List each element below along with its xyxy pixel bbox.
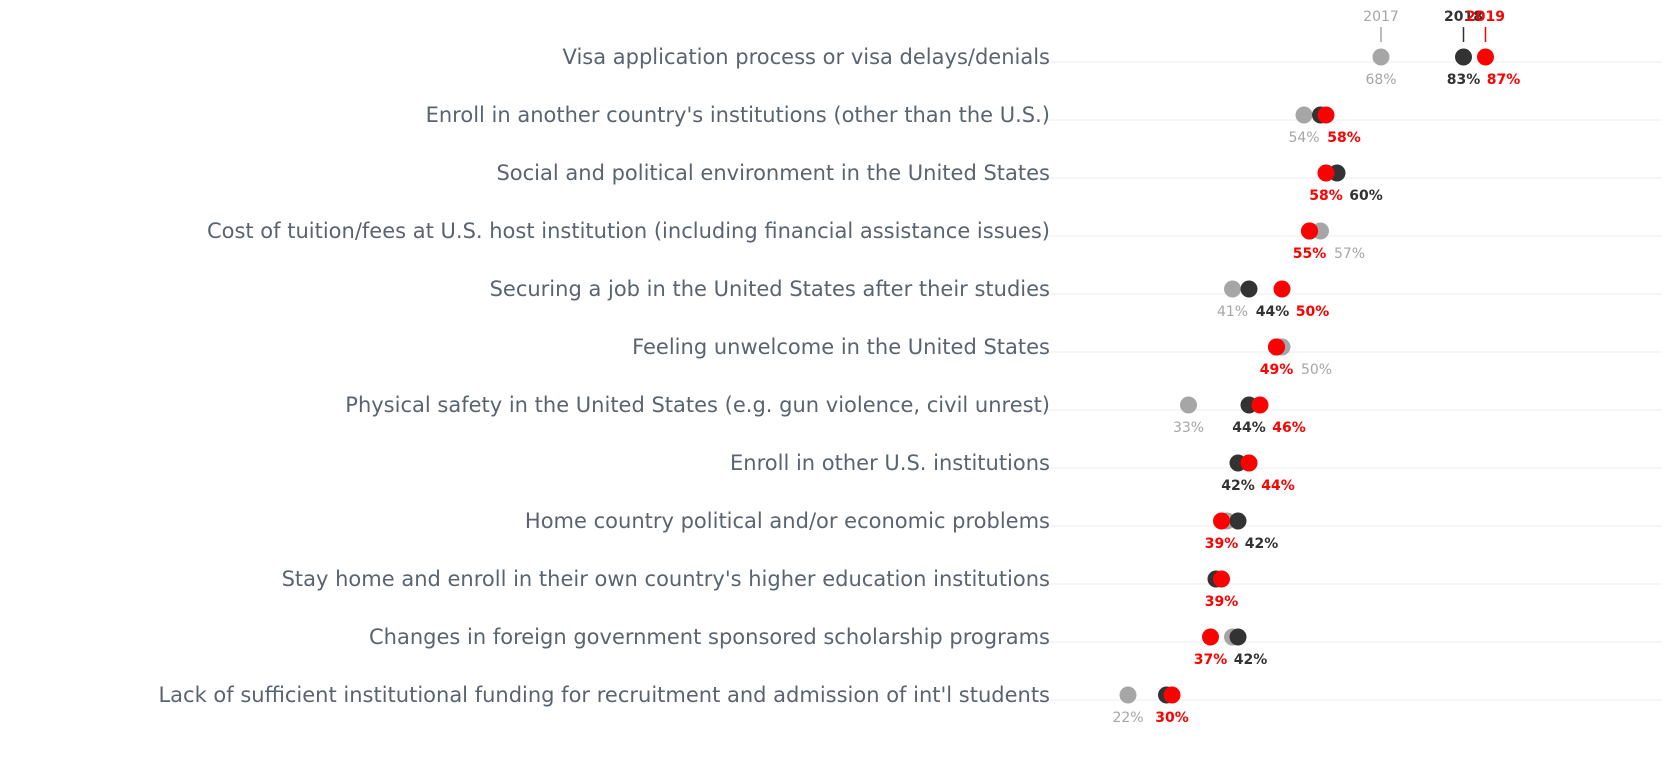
- category-label: Enroll in other U.S. institutions: [730, 451, 1050, 475]
- data-label-2017: 68%: [1365, 72, 1396, 88]
- data-labels: 68% 83% 87% 54% 58% 58% 60% 55% 57% 41% 44% 50% 49% 5…: [1112, 72, 1520, 726]
- data-label-2018: 42%: [1234, 652, 1268, 668]
- category-label: Social and political environment in the …: [496, 161, 1050, 185]
- data-label-2019: 55%: [1293, 246, 1327, 262]
- category-label: Home country political and/or economic p…: [525, 509, 1050, 533]
- data-label-2019: 39%: [1205, 536, 1239, 552]
- data-point-2019: [1163, 686, 1181, 704]
- data-point-2018: [1229, 628, 1247, 646]
- data-label-2018: 83%: [1447, 72, 1481, 88]
- data-point-2019: [1213, 512, 1230, 530]
- data-point-2018: [1240, 280, 1258, 298]
- category-label: Securing a job in the United States afte…: [490, 277, 1050, 301]
- data-point-2017: [1119, 686, 1137, 704]
- data-label-2019: 39%: [1205, 594, 1239, 610]
- category-labels: Visa application process or visa delays/…: [158, 45, 1050, 707]
- data-point-2019: [1317, 164, 1335, 182]
- data-point-2017: [1295, 106, 1313, 124]
- data-point-2019: [1268, 338, 1285, 356]
- category-label: Physical safety in the United States (e.…: [345, 393, 1050, 417]
- data-label-2017: 57%: [1334, 246, 1365, 262]
- category-label: Stay home and enroll in their own countr…: [282, 567, 1050, 591]
- data-point-2019: [1301, 222, 1318, 240]
- data-label-2018: 44%: [1256, 304, 1290, 320]
- data-point-2018: [1229, 512, 1247, 530]
- legend: 2017 20182019: [1363, 9, 1505, 42]
- data-label-2019: 87%: [1487, 72, 1521, 88]
- data-point-2019: [1240, 454, 1258, 472]
- data-point-2017: [1372, 48, 1390, 66]
- data-label-2019: 49%: [1260, 362, 1294, 378]
- data-label-2017: 22%: [1112, 710, 1143, 726]
- data-label-2019: 50%: [1296, 304, 1330, 320]
- gridlines: [1012, 61, 1662, 701]
- data-point-2019: [1251, 396, 1269, 414]
- data-label-2018: 42%: [1245, 536, 1279, 552]
- category-label: Visa application process or visa delays/…: [563, 45, 1050, 69]
- dot-plot-chart: Visa application process or visa delays/…: [158, 9, 1662, 726]
- legend-label-2017: 2017: [1363, 9, 1399, 25]
- category-label: Enroll in another country's institutions…: [426, 103, 1050, 127]
- data-label-2019: 58%: [1327, 130, 1361, 146]
- category-label: Cost of tuition/fees at U.S. host instit…: [207, 219, 1050, 243]
- data-label-2019: 37%: [1194, 652, 1228, 668]
- data-label-2017: 41%: [1217, 304, 1248, 320]
- category-label: Lack of sufficient institutional funding…: [158, 683, 1050, 707]
- data-label-2019: 46%: [1272, 420, 1306, 436]
- data-label-2019: 58%: [1309, 188, 1343, 204]
- data-point-2019: [1202, 628, 1219, 646]
- legend-label-2019: 2019: [1466, 9, 1505, 25]
- data-label-2019: 30%: [1155, 710, 1189, 726]
- data-label-2017: 50%: [1301, 362, 1332, 378]
- data-point-2019: [1317, 106, 1335, 124]
- data-point-2019: [1273, 280, 1291, 298]
- data-point-2017: [1224, 280, 1241, 298]
- data-label-2018: 44%: [1232, 420, 1266, 436]
- data-point-2019: [1213, 570, 1230, 588]
- data-label-2018: 42%: [1221, 478, 1255, 494]
- data-point-2018: [1455, 48, 1472, 66]
- data-label-2017: 33%: [1173, 420, 1204, 436]
- data-point-2017: [1180, 396, 1197, 414]
- data-label-2017: 54%: [1288, 130, 1319, 146]
- data-point-2019: [1477, 48, 1494, 66]
- data-label-2019: 44%: [1261, 478, 1295, 494]
- category-label: Feeling unwelcome in the United States: [632, 335, 1050, 359]
- data-label-2018: 60%: [1349, 188, 1383, 204]
- category-label: Changes in foreign government sponsored …: [369, 625, 1050, 649]
